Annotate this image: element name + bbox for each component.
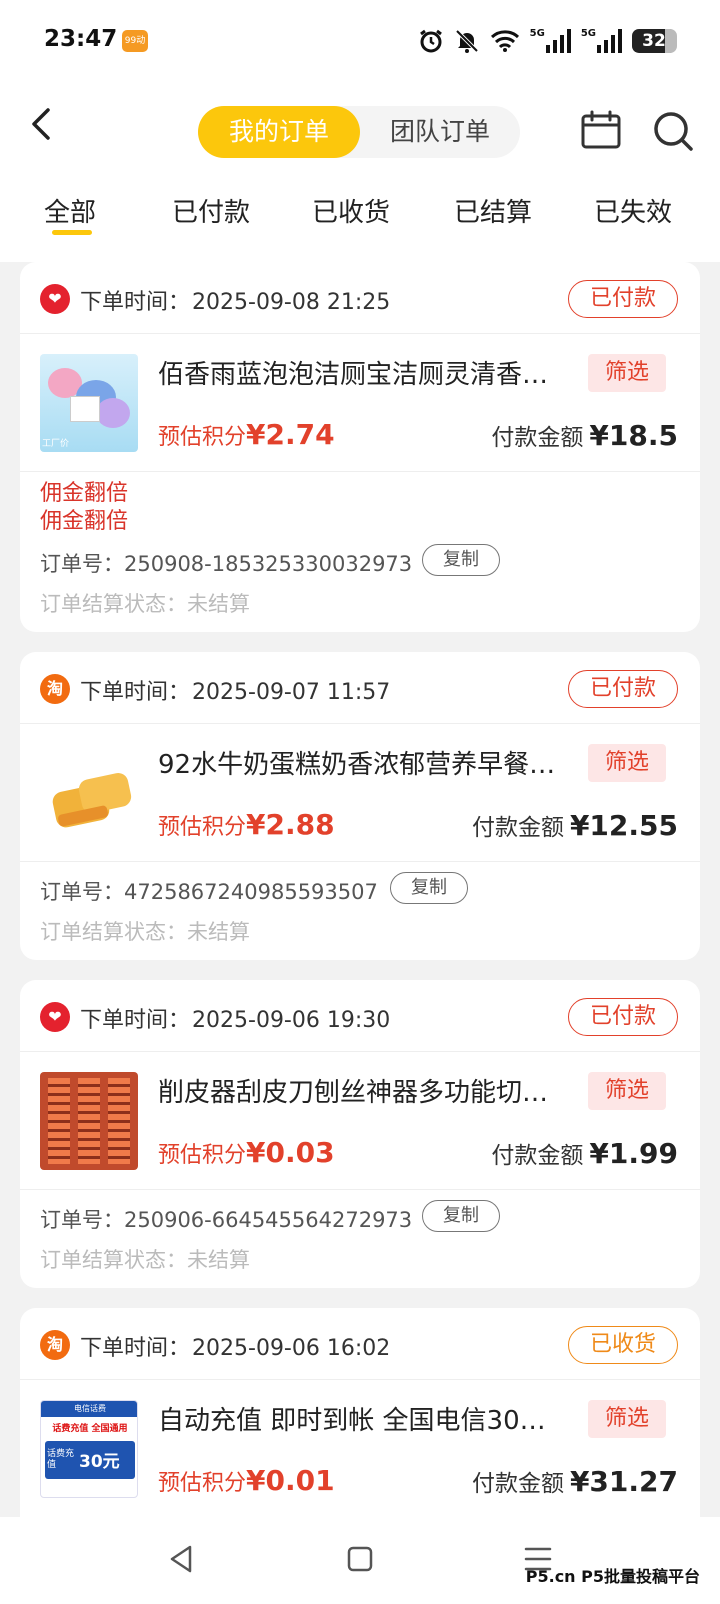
thumb-label: 话费充值 [47,1449,75,1470]
tab-received[interactable]: 已收货 [312,192,390,229]
order-number: 订单号：250906-664545564272973 [40,1208,413,1232]
paid-amount: 付款金额 ¥1.99 [491,1137,678,1170]
paid-amount: 付款金额 ¥18.5 [491,419,678,452]
order-card[interactable]: ❤ 下单时间：2025-09-06 19:30 已付款 削皮器刮皮刀刨丝神器多功… [20,980,700,1288]
estimated-points: 预估积分¥0.03 [158,1136,335,1169]
thumb-label: 电信话费 [41,1401,137,1417]
active-tab-indicator [52,230,92,235]
tab-settled[interactable]: 已结算 [454,192,532,229]
nav-home-icon[interactable] [342,1541,378,1577]
paid-amount: 付款金额 ¥12.55 [471,809,678,842]
status-bar: 23:47 99动态 5G 5G 32 [0,0,720,82]
pinduoduo-icon: ❤ [40,1002,70,1032]
status-badge: 已付款 [568,998,678,1036]
wifi-icon [490,30,519,52]
order-card-header: ❤ 下单时间：2025-09-06 19:30 已付款 [20,980,700,1052]
mute-bell-icon [455,29,479,53]
order-time: 下单时间：2025-09-07 11:57 [80,680,391,705]
tab-my-orders[interactable]: 我的订单 [198,106,360,158]
header: 我的订单 团队订单 全部 已付款 已收货 已结算 已失效 [0,82,720,262]
search-icon[interactable] [652,110,694,152]
tab-paid[interactable]: 已付款 [172,192,250,229]
network-label: 5G [529,27,545,39]
filter-button[interactable]: 筛选 [588,1072,666,1110]
clock: 23:47 [44,26,118,52]
product-thumbnail[interactable]: 电信话费 话费充值 全国通用 话费充值 30元 [40,1400,138,1498]
order-time: 下单时间：2025-09-06 16:02 [80,1336,391,1361]
estimated-points: 预估积分¥2.88 [158,808,335,841]
order-list[interactable]: ❤ 下单时间：2025-09-08 21:25 已付款 工厂价 佰香雨蓝泡泡洁厕… [20,262,700,1517]
status-badge: 已付款 [568,670,678,708]
app-badge: 99动态 [122,30,148,68]
nav-back-icon[interactable] [164,1541,200,1577]
product-title[interactable]: 佰香雨蓝泡泡洁厕宝洁厕灵清香型马桶清洁剂 [158,354,568,391]
order-card-header: 淘 下单时间：2025-09-07 11:57 已付款 [20,652,700,724]
product-thumbnail[interactable] [40,1072,138,1170]
copy-button[interactable]: 复制 [422,544,500,576]
order-card[interactable]: ❤ 下单时间：2025-09-08 21:25 已付款 工厂价 佰香雨蓝泡泡洁厕… [20,262,700,632]
tab-all[interactable]: 全部 [44,192,96,229]
tab-team-orders[interactable]: 团队订单 [360,106,520,158]
copy-button[interactable]: 复制 [422,1200,500,1232]
filter-button[interactable]: 筛选 [588,744,666,782]
taobao-icon: 淘 [40,1330,70,1360]
pinduoduo-icon: ❤ [40,284,70,314]
taobao-icon: 淘 [40,674,70,704]
copy-button[interactable]: 复制 [390,872,468,904]
calendar-icon[interactable] [580,110,622,150]
status-badge: 已付款 [568,280,678,318]
product-row[interactable]: 削皮器刮皮刀刨丝神器多功能切菜器 筛选 预估积分¥0.03 付款金额 ¥1.99 [20,1052,700,1190]
settle-status: 订单结算状态：未结算 [40,1248,250,1272]
filter-button[interactable]: 筛选 [588,1400,666,1438]
order-number: 订单号：250908-185325330032973 [40,552,413,576]
settle-status: 订单结算状态：未结算 [40,592,250,616]
order-card[interactable]: 淘 下单时间：2025-09-06 16:02 已收货 电信话费 话费充值 全国… [20,1308,700,1517]
filter-button[interactable]: 筛选 [588,354,666,392]
estimated-points: 预估积分¥2.74 [158,418,335,451]
thumb-label: 30元 [79,1452,120,1472]
order-card[interactable]: 淘 下单时间：2025-09-07 11:57 已付款 92水牛奶蛋糕奶香浓郁营… [20,652,700,960]
tab-invalid[interactable]: 已失效 [594,192,672,229]
order-card-header: 淘 下单时间：2025-09-06 16:02 已收货 [20,1308,700,1380]
commission-double-tag: 佣金翻倍 佣金翻倍 [40,481,129,534]
product-row[interactable]: 92水牛奶蛋糕奶香浓郁营养早餐面包 筛选 预估积分¥2.88 付款金额 ¥12.5… [20,724,700,862]
signal-icon [597,29,622,53]
system-nav-bar: P5.cn P5批量投稿平台 [0,1517,720,1604]
signal-icon [545,29,571,53]
product-row[interactable]: 工厂价 佰香雨蓝泡泡洁厕宝洁厕灵清香型马桶清洁剂 筛选 预估积分¥2.74 付款… [20,334,700,472]
status-icons: 5G 5G 32 [418,24,677,58]
product-thumbnail[interactable]: 工厂价 [40,354,138,452]
order-scope-switch: 我的订单 团队订单 [198,106,520,158]
alarm-icon [419,29,442,53]
product-title[interactable]: 自动充值 即时到帐 全国电信30元话费 [158,1400,568,1437]
product-title[interactable]: 92水牛奶蛋糕奶香浓郁营养早餐面包 [158,744,568,781]
watermark: P5.cn P5批量投稿平台 [525,1567,700,1586]
order-time: 下单时间：2025-09-08 21:25 [80,290,391,315]
status-tabs: 全部 已付款 已收货 已结算 已失效 [0,192,720,262]
product-row[interactable]: 电信话费 话费充值 全国通用 话费充值 30元 自动充值 即时到帐 全国电信30… [20,1380,700,1517]
order-number: 订单号：4725867240985593507 [40,880,378,904]
settle-status: 订单结算状态：未结算 [40,920,250,944]
thumb-label: 工厂价 [42,439,70,449]
back-icon[interactable] [22,104,62,144]
network-label-2: 5G [580,27,596,39]
estimated-points: 预估积分¥0.01 [158,1464,335,1497]
product-title[interactable]: 削皮器刮皮刀刨丝神器多功能切菜器 [158,1072,568,1109]
thumb-label: 话费充值 全国通用 [52,1424,128,1434]
order-card-header: ❤ 下单时间：2025-09-08 21:25 已付款 [20,262,700,334]
paid-amount: 付款金额 ¥31.27 [471,1465,678,1498]
product-thumbnail[interactable] [40,744,138,842]
order-time: 下单时间：2025-09-06 19:30 [80,1008,391,1033]
battery-icon: 32 [632,29,677,53]
status-badge: 已收货 [568,1326,678,1364]
